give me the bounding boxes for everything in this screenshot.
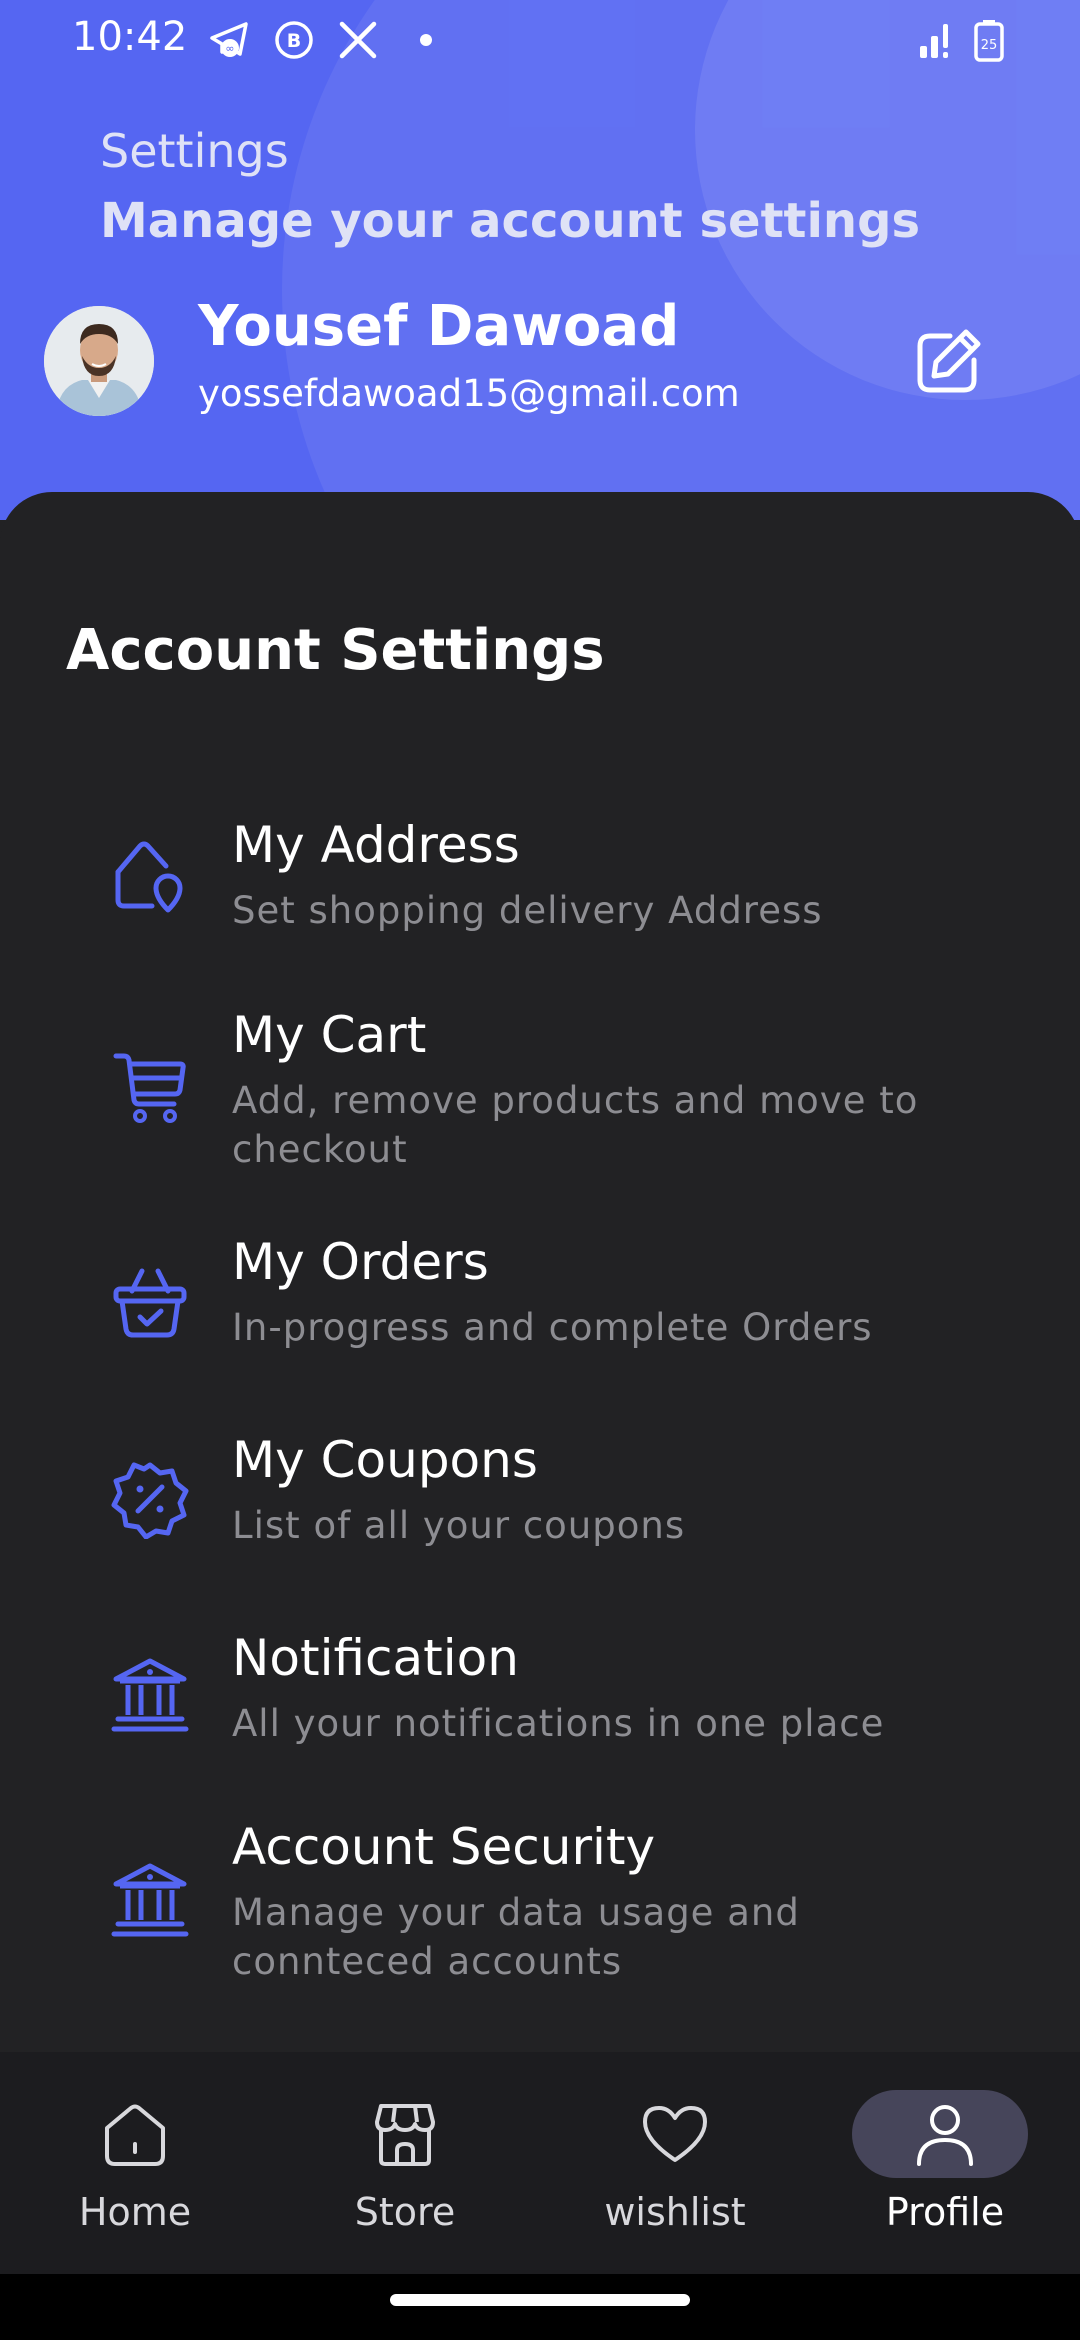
signal-icon [920, 24, 948, 58]
nav-label: Profile [885, 2190, 1005, 2234]
nav-label: wishlist [604, 2190, 746, 2234]
x-icon [339, 21, 377, 59]
system-navigation-bar [0, 2274, 1080, 2340]
nav-profile[interactable]: Profile [810, 2052, 1080, 2274]
house-pin-icon [115, 841, 183, 913]
store-icon [375, 2104, 435, 2166]
item-title: My Orders [232, 1233, 489, 1291]
item-title: Notification [232, 1629, 519, 1687]
user-email: yossefdawoad15@gmail.com [198, 372, 740, 415]
item-title: My Address [232, 816, 520, 874]
heart-icon [643, 2106, 707, 2162]
whatsapp-business-icon: B [275, 21, 313, 59]
item-description: List of all your coupons [232, 1504, 686, 1547]
battery-icon: 25 [974, 20, 1004, 62]
dot-icon [420, 34, 432, 46]
item-description: In-progress and complete Orders [232, 1306, 873, 1349]
status-bar: 10:42 ∞ B 25 [0, 0, 1080, 80]
page-title: Settings [100, 124, 289, 178]
page-subtitle: Manage your account settings [100, 193, 921, 249]
basket-check-icon [113, 1268, 187, 1338]
status-time: 10:42 [72, 14, 188, 60]
avatar[interactable] [44, 306, 154, 416]
user-icon [917, 2105, 973, 2166]
item-description: Manage your data usage and connteced acc… [232, 1891, 800, 1983]
svg-text:B: B [287, 30, 301, 52]
item-title: Account Security [232, 1818, 656, 1876]
nav-label: Home [78, 2190, 192, 2234]
item-description: Add, remove products and move to checkou… [232, 1079, 919, 1171]
bank-icon [111, 1863, 189, 1937]
section-title: Account Settings [66, 618, 605, 683]
nav-wishlist[interactable]: wishlist [540, 2052, 810, 2274]
item-description: All your notifications in one place [232, 1702, 885, 1745]
item-title: My Cart [232, 1006, 427, 1064]
profile-header: 10:42 ∞ B 25 Settings Manage your accoun… [0, 0, 1080, 520]
telegram-icon: ∞ [210, 22, 248, 57]
user-name: Yousef Dawoad [198, 294, 680, 359]
nav-store[interactable]: Store [270, 2052, 540, 2274]
home-indicator[interactable] [390, 2294, 690, 2306]
edit-profile-icon[interactable] [912, 326, 984, 398]
discount-badge-icon [111, 1462, 189, 1539]
svg-text:25: 25 [981, 38, 998, 53]
bottom-navigation: Home Store wishlist Profile [0, 2052, 1080, 2274]
item-title: My Coupons [232, 1431, 538, 1489]
nav-label: Store [354, 2190, 456, 2234]
home-icon [105, 2104, 165, 2166]
item-description: Set shopping delivery Address [232, 889, 823, 932]
svg-text:∞: ∞ [225, 42, 234, 55]
nav-home[interactable]: Home [0, 2052, 270, 2274]
cart-icon [113, 1053, 186, 1123]
bank-icon [111, 1658, 189, 1732]
